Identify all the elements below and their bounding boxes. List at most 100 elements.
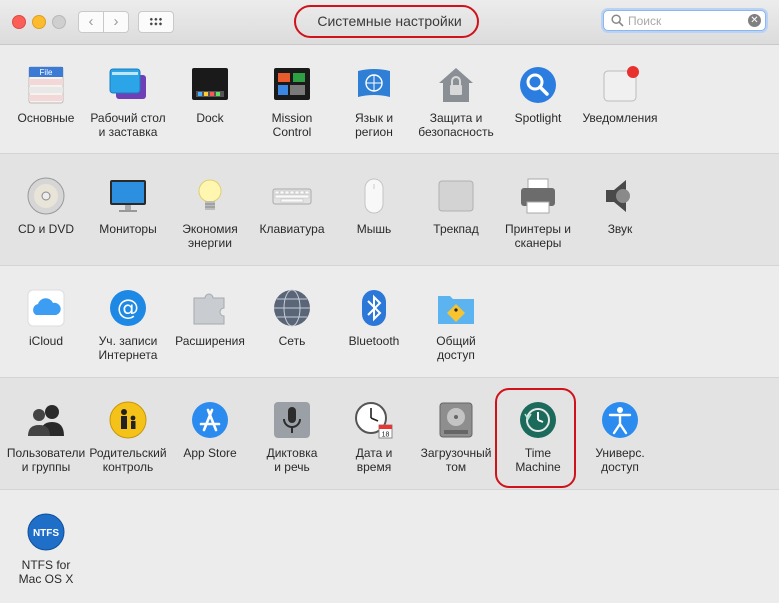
svg-text:File: File: [40, 68, 53, 77]
pref-security[interactable]: Защита и безопасность: [415, 65, 497, 139]
general-icon: File: [26, 65, 66, 105]
microphone-icon: [272, 400, 312, 440]
pref-label: Мышь: [356, 222, 392, 236]
pref-energy[interactable]: Экономия энергии: [169, 176, 251, 250]
pref-mission-control[interactable]: Mission Control: [251, 65, 333, 139]
search-placeholder: Поиск: [628, 14, 662, 28]
lightbulb-icon: [190, 176, 230, 216]
pref-label: Time Machine: [515, 446, 561, 474]
pref-label: Расширения: [175, 334, 245, 348]
search-icon: [611, 14, 624, 27]
pref-label: Мониторы: [99, 222, 157, 236]
icloud-icon: [26, 288, 66, 328]
pref-label: Загрузочный том: [420, 446, 492, 474]
toolbar: ‹ › Системные настройки Поиск ✕: [0, 0, 779, 45]
section-system: Пользователи и группы Родительский контр…: [0, 378, 779, 490]
pref-label: Уведомления: [582, 111, 658, 125]
pref-label: Mission Control: [271, 111, 313, 139]
pref-label: Принтеры и сканеры: [505, 222, 571, 250]
accessibility-icon: [600, 400, 640, 440]
svg-text:NTFS: NTFS: [33, 528, 59, 539]
pref-mouse[interactable]: Мышь: [333, 176, 415, 236]
pref-spotlight[interactable]: Spotlight: [497, 65, 579, 125]
spotlight-icon: [518, 65, 558, 105]
clock-calendar-icon: 18: [354, 400, 394, 440]
hard-drive-icon: [436, 400, 476, 440]
pref-label: Трекпад: [433, 222, 479, 236]
pref-app-store[interactable]: App Store: [169, 400, 251, 460]
pref-label: Родительский контроль: [89, 446, 167, 474]
printer-icon: [518, 176, 558, 216]
pref-startup-disk[interactable]: Загрузочный том: [415, 400, 497, 474]
pref-keyboard[interactable]: Клавиатура: [251, 176, 333, 236]
pref-label: CD и DVD: [17, 222, 75, 236]
clear-search-icon[interactable]: ✕: [748, 14, 761, 27]
cd-dvd-icon: [26, 176, 66, 216]
svg-text:@: @: [117, 296, 139, 321]
pref-label: Сеть: [278, 334, 306, 348]
pref-label: Пользователи и группы: [6, 446, 86, 474]
svg-text:18: 18: [382, 432, 390, 439]
globe-icon: [272, 288, 312, 328]
pref-label: NTFS for Mac OS X: [18, 558, 74, 586]
pref-dock[interactable]: Dock: [169, 65, 251, 125]
pref-cd-dvd[interactable]: CD и DVD: [5, 176, 87, 236]
section-other: NTFS NTFS for Mac OS X: [0, 490, 779, 603]
pref-label: Bluetooth: [348, 334, 400, 348]
keyboard-icon: [272, 176, 312, 216]
pref-ntfs[interactable]: NTFS NTFS for Mac OS X: [5, 512, 87, 586]
pref-network[interactable]: Сеть: [251, 288, 333, 348]
pref-accessibility[interactable]: Универс. доступ: [579, 400, 661, 474]
app-store-icon: [190, 400, 230, 440]
pref-date-time[interactable]: 18 Дата и время: [333, 400, 415, 474]
pref-label: Основные: [17, 111, 75, 125]
dock-icon: [190, 65, 230, 105]
desktop-screensaver-icon: [108, 65, 148, 105]
pref-label: Dock: [196, 111, 224, 125]
pref-label: iCloud: [28, 334, 64, 348]
pref-time-machine[interactable]: Time Machine: [497, 400, 579, 474]
search-field[interactable]: Поиск ✕: [603, 10, 766, 31]
pref-label: Дата и время: [355, 446, 393, 474]
pref-icloud[interactable]: iCloud: [5, 288, 87, 348]
pref-label: Общий доступ: [436, 334, 476, 362]
pref-extensions[interactable]: Расширения: [169, 288, 251, 348]
pref-osnovnye[interactable]: File Основные: [5, 65, 87, 125]
pref-sharing[interactable]: Общий доступ: [415, 288, 497, 362]
pref-label: Защита и безопасность: [418, 111, 494, 139]
pref-monitors[interactable]: Мониторы: [87, 176, 169, 236]
section-hardware: CD и DVD Мониторы Экономия энергии Клави…: [0, 154, 779, 266]
pref-language[interactable]: Язык и регион: [333, 65, 415, 139]
pref-label: Клавиатура: [259, 222, 325, 236]
pref-sound[interactable]: Звук: [579, 176, 661, 236]
section-personal: File Основные Рабочий стол и заставка Do…: [0, 45, 779, 154]
speaker-icon: [600, 176, 640, 216]
section-internet: iCloud @ Уч. записи Интернета Расширения…: [0, 266, 779, 378]
pref-label: Экономия энергии: [182, 222, 238, 250]
pref-notifications[interactable]: Уведомления: [579, 65, 661, 125]
pref-label: Универс. доступ: [595, 446, 645, 474]
parental-controls-icon: [108, 400, 148, 440]
pref-label: Язык и регион: [354, 111, 394, 139]
pref-trackpad[interactable]: Трекпад: [415, 176, 497, 236]
sharing-folder-icon: [436, 288, 476, 328]
display-icon: [108, 176, 148, 216]
bluetooth-icon: [354, 288, 394, 328]
mission-control-icon: [272, 65, 312, 105]
mouse-icon: [354, 176, 394, 216]
house-lock-icon: [436, 65, 476, 105]
pref-printers[interactable]: Принтеры и сканеры: [497, 176, 579, 250]
pref-internet-accounts[interactable]: @ Уч. записи Интернета: [87, 288, 169, 362]
puzzle-icon: [190, 288, 230, 328]
language-region-icon: [354, 65, 394, 105]
pref-bluetooth[interactable]: Bluetooth: [333, 288, 415, 348]
pref-parental[interactable]: Родительский контроль: [87, 400, 169, 474]
system-preferences-window: ‹ › Системные настройки Поиск ✕ File Осн…: [0, 0, 779, 603]
trackpad-icon: [436, 176, 476, 216]
users-icon: [26, 400, 66, 440]
ntfs-icon: NTFS: [26, 512, 66, 552]
pref-desktop[interactable]: Рабочий стол и заставка: [87, 65, 169, 139]
at-sign-icon: @: [108, 288, 148, 328]
pref-users[interactable]: Пользователи и группы: [5, 400, 87, 474]
pref-dictation[interactable]: Диктовка и речь: [251, 400, 333, 474]
